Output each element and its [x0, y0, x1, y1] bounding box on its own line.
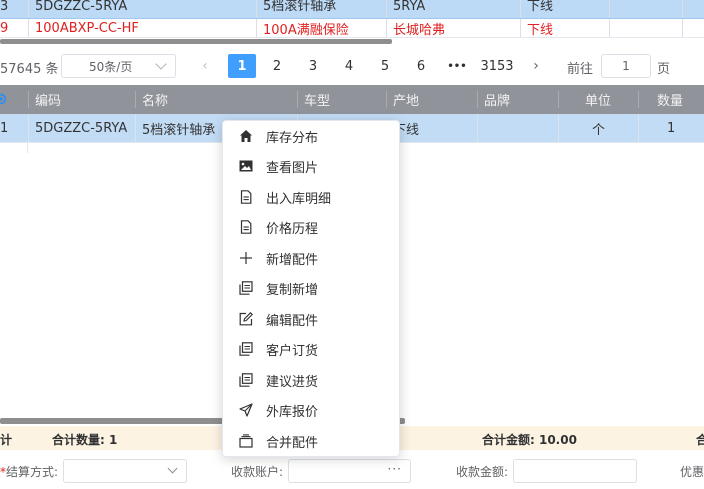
- top-table: 3 5DGZZC-5RYA 5档滚针轴承 5RYA 下线 9 100ABXP-C…: [0, 0, 704, 44]
- chevron-down-icon: [167, 463, 178, 474]
- row-index: 3: [0, 0, 9, 14]
- unit-cell: 个: [592, 122, 606, 138]
- menu-item-external-quote[interactable]: 外库报价: [223, 395, 399, 425]
- menu-item-customer-order[interactable]: 客户订货: [223, 334, 399, 364]
- document-icon: [238, 189, 254, 205]
- send-icon: [238, 402, 254, 418]
- menu-item-stock-detail[interactable]: 出入库明细: [223, 182, 399, 212]
- pagination: 57645 条 50条/页 ‹ 1 2 3 4 5 6 ••• 3153 › 前…: [0, 48, 704, 84]
- model-cell: 5RYA: [393, 0, 426, 14]
- page-size-select[interactable]: 50条/页: [61, 54, 176, 78]
- settle-method-select[interactable]: [63, 459, 187, 483]
- menu-item-stock-distribution[interactable]: 库存分布: [223, 121, 399, 151]
- image-icon: [238, 158, 254, 174]
- copy-icon: [238, 280, 254, 296]
- receive-account-input[interactable]: ···: [288, 459, 411, 483]
- goto-page-input[interactable]: 1: [601, 54, 651, 78]
- header-brand[interactable]: 品牌: [484, 85, 510, 114]
- gear-icon[interactable]: [0, 92, 8, 106]
- qty-cell: 1: [667, 120, 676, 136]
- horizontal-scrollbar[interactable]: [0, 39, 392, 44]
- summary-right-fragment: 合: [696, 433, 704, 447]
- page-button-2[interactable]: 2: [263, 54, 291, 78]
- page-button-6[interactable]: 6: [407, 54, 435, 78]
- code-cell: 100ABXP-CC-HF: [35, 20, 139, 36]
- merge-icon: [238, 433, 254, 449]
- page-button-4[interactable]: 4: [335, 54, 363, 78]
- receive-amount-label: 收款金额:: [456, 465, 509, 479]
- name-cell: 100A满融保险: [263, 22, 349, 38]
- total-quantity: 合计数量: 1: [52, 433, 118, 447]
- copy-icon: [238, 372, 254, 388]
- header-unit[interactable]: 单位: [585, 85, 611, 114]
- chevron-down-icon: [155, 58, 167, 70]
- settle-method-label: *结算方式:: [0, 465, 59, 479]
- name-cell: 5档滚针轴承: [142, 122, 216, 138]
- name-cell: 5档滚针轴承: [263, 0, 337, 14]
- page-button-5[interactable]: 5: [371, 54, 399, 78]
- menu-item-add-part[interactable]: 新增配件: [223, 243, 399, 273]
- menu-item-view-image[interactable]: 查看图片: [223, 151, 399, 181]
- edit-icon: [238, 311, 254, 327]
- menu-item-suggest-purchase[interactable]: 建议进货: [223, 365, 399, 395]
- header-name[interactable]: 名称: [142, 85, 168, 114]
- total-amount: 合计金额: 10.00: [482, 433, 577, 447]
- page-button-1[interactable]: 1: [228, 54, 256, 78]
- home-icon: [238, 128, 254, 144]
- copy-icon: [238, 341, 254, 357]
- origin-cell: 下线: [527, 22, 554, 38]
- page-size-value: 50条/页: [89, 59, 133, 74]
- discount-label: 优惠: [680, 465, 704, 479]
- goto-label: 前往: [567, 62, 594, 77]
- row-index: 9: [0, 20, 9, 36]
- prev-page-button[interactable]: ‹: [191, 54, 219, 78]
- page-button-last[interactable]: 3153: [478, 54, 516, 78]
- receive-account-label: 收款账户:: [231, 465, 284, 479]
- row-index: 1: [0, 120, 9, 136]
- menu-item-merge-part[interactable]: 合并配件: [223, 426, 399, 456]
- model-cell: 长城哈弗: [393, 22, 446, 38]
- table-divider: [0, 143, 28, 153]
- table-header: 编码 名称 车型 产地 品牌 单位 数量: [0, 85, 704, 114]
- menu-item-copy-add[interactable]: 复制新增: [223, 273, 399, 303]
- table-row[interactable]: 3 5DGZZC-5RYA 5档滚针轴承 5RYA 下线: [0, 0, 704, 19]
- menu-item-edit-part[interactable]: 编辑配件: [223, 304, 399, 334]
- next-page-button[interactable]: ›: [522, 54, 550, 78]
- context-menu: 库存分布 查看图片 出入库明细 价格历程 新增配件 复制新增 编辑配件 客户订货…: [222, 120, 400, 457]
- more-icon[interactable]: ···: [388, 462, 402, 476]
- page-button-3[interactable]: 3: [299, 54, 327, 78]
- header-qty[interactable]: 数量: [657, 85, 683, 114]
- header-code[interactable]: 编码: [35, 85, 61, 114]
- receive-amount-input[interactable]: [513, 459, 637, 483]
- origin-cell: 下线: [527, 0, 554, 14]
- menu-item-price-history[interactable]: 价格历程: [223, 212, 399, 242]
- page-unit-label: 页: [657, 62, 671, 77]
- code-cell: 5DGZZC-5RYA: [35, 120, 128, 136]
- total-count: 57645 条: [0, 62, 59, 77]
- table-row[interactable]: 9 100ABXP-CC-HF 100A满融保险 长城哈弗 下线: [0, 19, 704, 38]
- summary-left-fragment: 计: [0, 433, 13, 447]
- header-model[interactable]: 车型: [304, 85, 330, 114]
- more-pages-button[interactable]: •••: [443, 54, 471, 78]
- document-icon: [238, 219, 254, 235]
- header-origin[interactable]: 产地: [393, 85, 419, 114]
- code-cell: 5DGZZC-5RYA: [35, 0, 128, 14]
- plus-icon: [238, 250, 254, 266]
